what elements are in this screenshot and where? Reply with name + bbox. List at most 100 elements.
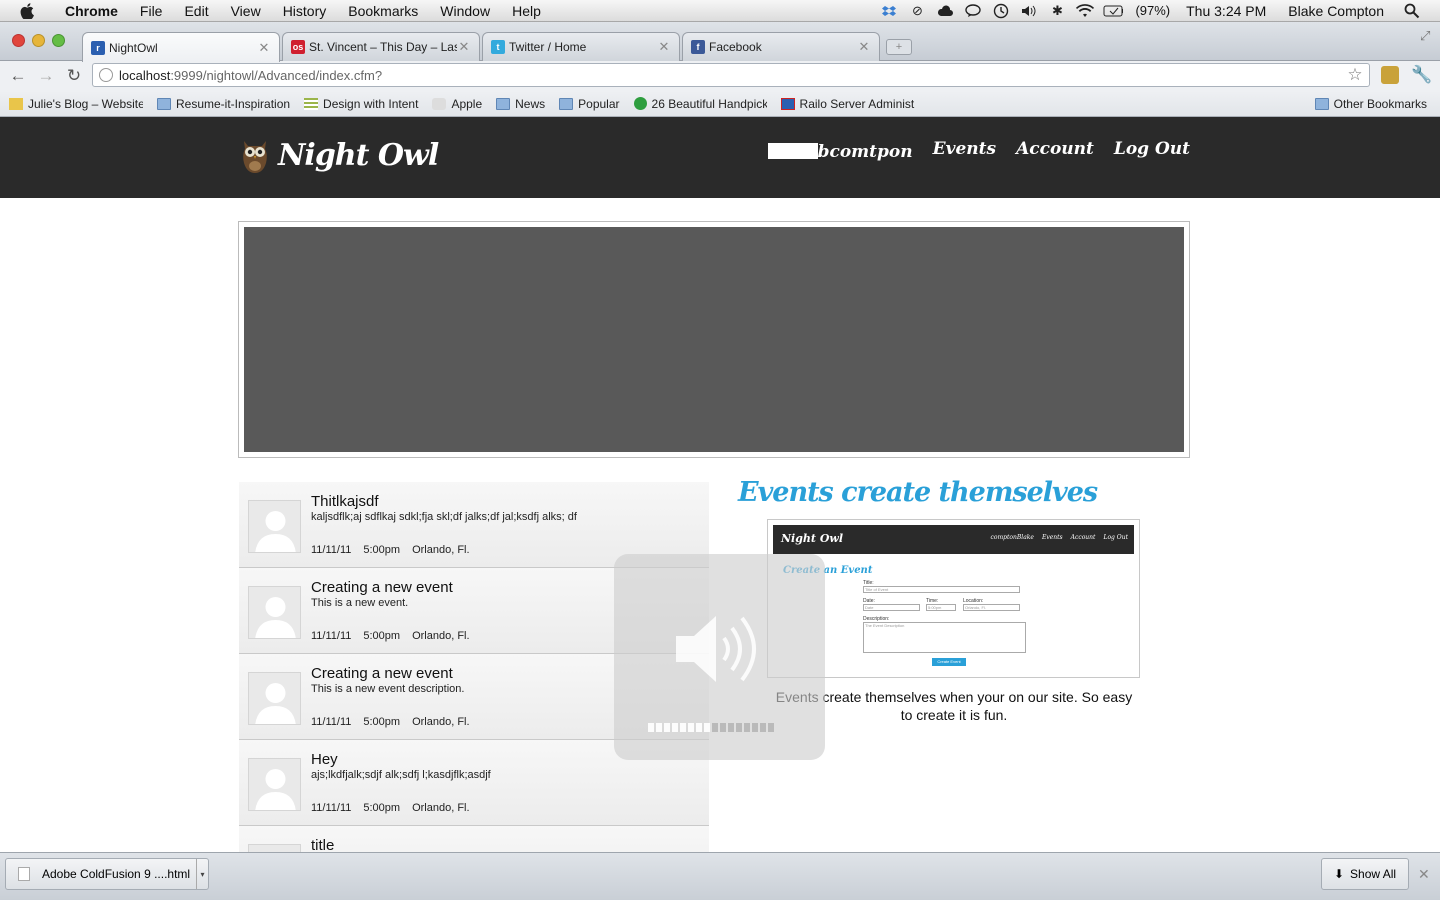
event-location: Orlando, Fl. [412, 630, 470, 642]
bluetooth-icon[interactable]: ✱ [1047, 3, 1067, 19]
volume-level-bar [648, 723, 774, 732]
bookmarks-bar: Julie's Blog – Website Resume-it-Inspira… [0, 91, 1440, 117]
mini-header: Night Owl comptonBlake Events Account Log O… [773, 525, 1134, 554]
spotlight-search-icon[interactable] [1402, 3, 1422, 19]
lastfm-favicon-icon: os [291, 40, 305, 54]
new-tab-button[interactable]: + [886, 39, 912, 55]
event-location: Orlando, Fl. [412, 544, 470, 556]
shelf-close-icon[interactable]: ✕ [1418, 866, 1430, 883]
menu-file[interactable]: File [129, 0, 174, 22]
tab-close-icon[interactable]: ✕ [257, 40, 271, 56]
bookmark-apple[interactable]: Apple [425, 97, 489, 111]
extension-icon[interactable] [1381, 66, 1399, 84]
bookmark-star-icon[interactable]: ☆ [1345, 65, 1365, 85]
tab-nightowl[interactable]: r NightOwl ✕ [82, 32, 280, 62]
bookmark-railo-admin[interactable]: Railo Server Administrator [774, 97, 922, 111]
nav-account[interactable]: Account [1016, 139, 1094, 159]
tab-close-icon[interactable]: ✕ [857, 39, 871, 55]
minimize-window-button[interactable] [32, 34, 45, 47]
forward-arrow-icon[interactable]: → [34, 64, 58, 88]
menu-edit[interactable]: Edit [173, 0, 219, 22]
volume-segment [664, 723, 670, 732]
url-text[interactable]: localhost:9999/nightowl/Advanced/index.c… [119, 68, 1345, 83]
nav-events[interactable]: Events [933, 139, 996, 159]
event-title[interactable]: Hey [311, 751, 338, 768]
download-shelf: Adobe ColdFusion 9 ....html ▾ ⬇ Show All … [0, 852, 1440, 900]
volume-hud [614, 554, 825, 760]
tab-facebook[interactable]: f Facebook ✕ [682, 32, 880, 61]
menu-view[interactable]: View [220, 0, 272, 22]
volume-segment [680, 723, 686, 732]
event-description: ajs;lkdfjalk;sdjf alk;sdfj l;kasdjflk;as… [311, 769, 491, 781]
show-all-button[interactable]: ⬇ Show All [1321, 858, 1409, 890]
bookmark-other[interactable]: Other Bookmarks [1308, 97, 1434, 111]
volume-segment [720, 723, 726, 732]
volume-segment [648, 723, 654, 732]
fullscreen-icon[interactable]: ⤢ [1420, 28, 1430, 44]
back-arrow-icon[interactable]: ← [6, 64, 30, 88]
bookmark-julies-blog[interactable]: Julie's Blog – Website [2, 97, 150, 111]
menu-history[interactable]: History [272, 0, 338, 22]
wifi-icon[interactable] [1075, 3, 1095, 19]
address-bar[interactable]: localhost:9999/nightowl/Advanced/index.c… [92, 63, 1370, 87]
menu-bookmarks[interactable]: Bookmarks [337, 0, 429, 22]
download-menu-icon[interactable]: ▾ [196, 859, 208, 889]
tab-close-icon[interactable]: ✕ [657, 39, 671, 55]
event-row[interactable]: title [239, 826, 709, 852]
status-circle-icon[interactable]: ⊘ [907, 3, 927, 19]
apple-menu-icon[interactable] [18, 2, 36, 19]
download-item[interactable]: Adobe ColdFusion 9 ....html ▾ [5, 858, 209, 890]
owl-logo-icon [240, 135, 270, 175]
bookmark-popular[interactable]: Popular [552, 97, 626, 111]
event-time: 5:00pm [363, 802, 401, 814]
event-location: Orlando, Fl. [412, 716, 470, 728]
bookmark-news[interactable]: News [489, 97, 552, 111]
stumbleupon-icon [633, 97, 647, 110]
event-title[interactable]: Thitlkajsdf [311, 493, 379, 510]
mini-input-title: Title of Event [863, 586, 1020, 593]
mini-nav: comptonBlake Events Account Log Out [990, 534, 1128, 541]
zoom-window-button[interactable] [52, 34, 65, 47]
event-date: 11/11/11 [311, 716, 352, 728]
folder-icon [559, 97, 574, 110]
speaker-icon [676, 616, 756, 682]
menu-help[interactable]: Help [501, 0, 552, 22]
event-avatar [248, 844, 301, 852]
event-title[interactable]: Creating a new event [311, 579, 453, 596]
time-machine-icon[interactable] [991, 3, 1011, 19]
nav-username[interactable]: bcomtpon [818, 142, 913, 162]
cloud-icon[interactable] [935, 3, 955, 19]
bookmark-design-with-intent[interactable]: Design with Intent [297, 97, 425, 111]
tab-close-icon[interactable]: ✕ [457, 39, 471, 55]
site-header: Night Owl bcomtpon Events Account Log Ou… [0, 117, 1440, 198]
mini-input-date: Date [863, 604, 920, 611]
menu-app-chrome[interactable]: Chrome [54, 0, 129, 22]
menubar-user[interactable]: Blake Compton [1274, 3, 1398, 19]
event-title[interactable]: title [311, 837, 334, 852]
site-logo[interactable]: Night Owl [240, 135, 439, 175]
reload-icon[interactable]: ↻ [62, 64, 86, 88]
menu-window[interactable]: Window [429, 0, 501, 22]
chat-bubble-icon[interactable] [963, 3, 983, 19]
banner-placeholder [244, 227, 1184, 452]
close-window-button[interactable] [12, 34, 25, 47]
tab-st-vincent[interactable]: os St. Vincent – This Day – Last ✕ [282, 32, 480, 61]
event-title[interactable]: Creating a new event [311, 665, 453, 682]
battery-icon[interactable] [1103, 3, 1124, 19]
bookmark-resume-inspiration[interactable]: Resume-it-Inspiration [150, 97, 297, 111]
volume-icon[interactable] [1019, 3, 1039, 19]
user-avatar[interactable] [767, 143, 818, 159]
wrench-menu-icon[interactable]: 🔧 [1411, 65, 1432, 85]
page-info-icon[interactable] [99, 68, 113, 82]
bookmark-icon [304, 97, 319, 110]
bookmark-icon [9, 97, 23, 110]
menubar-clock[interactable]: Thu 3:24 PM [1178, 3, 1274, 19]
tab-twitter[interactable]: t Twitter / Home ✕ [482, 32, 680, 61]
dropbox-icon[interactable] [879, 3, 899, 19]
event-meta: 11/11/11 5:00pm Orlando, Fl. [311, 802, 482, 814]
html-file-icon [18, 867, 30, 881]
bookmark-26-beautiful[interactable]: 26 Beautiful Handpicked [627, 97, 774, 111]
nav-logout[interactable]: Log Out [1114, 139, 1190, 159]
facebook-icon: f [691, 40, 705, 54]
event-description: This is a new event. [311, 597, 409, 609]
